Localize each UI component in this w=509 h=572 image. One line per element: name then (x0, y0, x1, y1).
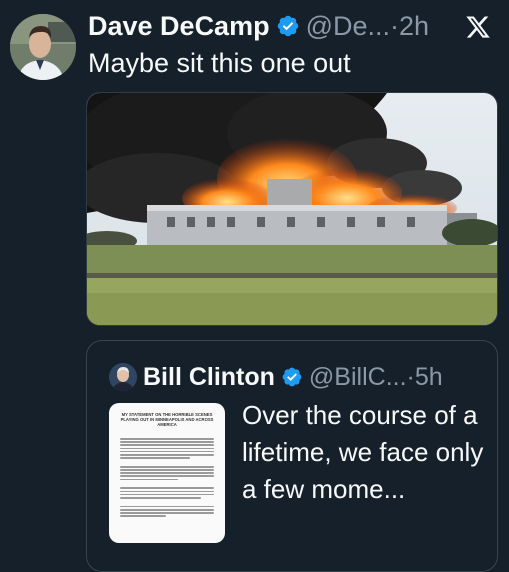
tweet-header: Dave DeCamp @De...·2h (88, 10, 429, 42)
quoted-tweet-text: Over the course of a lifetime, we face o… (242, 400, 484, 504)
statement-document-image[interactable]: MY STATEMENT ON THE HORRIBLE SCENES PLAY… (109, 403, 225, 543)
quoted-tweet[interactable]: Bill Clinton @BillC...·5h MY STATEMENT O… (86, 340, 498, 572)
author-avatar[interactable] (10, 14, 76, 80)
quoted-tweet-header: Bill Clinton @BillC...·5h (143, 361, 443, 393)
verified-badge-icon (282, 367, 302, 387)
fire-photo (87, 93, 497, 325)
document-body-lines (109, 438, 225, 517)
quoted-avatar-photo (109, 363, 137, 391)
document-title: MY STATEMENT ON THE HORRIBLE SCENES PLAY… (120, 412, 214, 427)
quoted-author-name[interactable]: Bill Clinton (143, 363, 275, 392)
tweet-text: Maybe sit this one out (88, 48, 351, 78)
tweet-image[interactable] (86, 92, 498, 326)
quoted-author-avatar[interactable] (109, 363, 137, 391)
quoted-author-handle-time[interactable]: @BillC...·5h (309, 363, 443, 392)
x-logo-icon[interactable] (465, 14, 491, 40)
author-name[interactable]: Dave DeCamp (88, 11, 270, 42)
verified-badge-icon (277, 15, 298, 37)
author-handle-time[interactable]: @De...·2h (306, 11, 429, 42)
avatar-photo (10, 14, 76, 80)
document-date-line (109, 429, 225, 433)
